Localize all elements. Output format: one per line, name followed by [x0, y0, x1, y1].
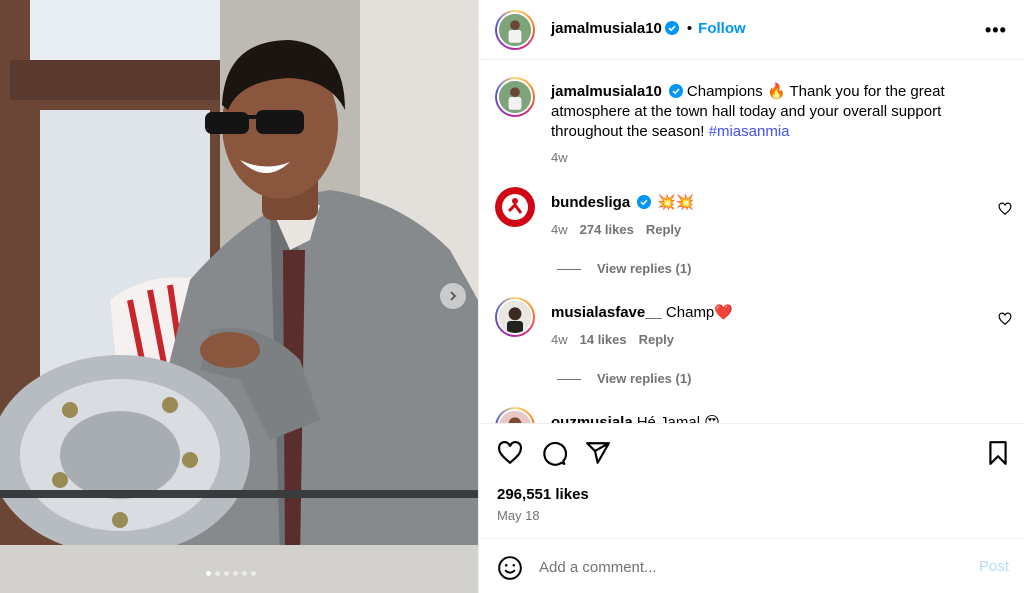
view-replies-label: View replies (1) — [597, 261, 692, 276]
carousel-dot — [215, 571, 220, 576]
caption-time: 4w — [551, 150, 568, 165]
commenter-avatar[interactable] — [495, 187, 535, 227]
carousel-indicator — [206, 571, 256, 576]
author-avatar[interactable] — [495, 10, 535, 50]
comment-body: Champ❤️ — [665, 304, 733, 321]
post-panel: jamalmusiala10 • Follow ••• jamalmusiala10… — [478, 0, 1024, 593]
carousel-dot — [251, 571, 256, 576]
reply-button[interactable]: Reply — [639, 332, 674, 347]
carousel-dot — [206, 571, 211, 576]
comment-time: 4w — [551, 332, 568, 347]
reply-button[interactable]: Reply — [646, 222, 681, 237]
verified-badge-icon — [664, 21, 679, 35]
chevron-right-icon — [450, 291, 457, 301]
post-comment-button[interactable]: Post — [979, 558, 1009, 575]
view-replies-button[interactable]: View replies (1) — [557, 371, 691, 386]
heart-icon[interactable] — [497, 440, 523, 466]
carousel-dot — [224, 571, 229, 576]
comment-input[interactable] — [539, 555, 939, 579]
author-avatar[interactable] — [495, 77, 535, 117]
carousel-next-button[interactable] — [440, 283, 466, 309]
emoji-icon[interactable] — [497, 555, 523, 581]
commenter-avatar[interactable] — [495, 297, 535, 337]
comment-time: 4w — [551, 222, 568, 237]
post-header: jamalmusiala10 • Follow ••• — [479, 0, 1024, 60]
comment-meta: 4w 14 likes Reply — [551, 332, 686, 347]
caption-username[interactable]: jamalmusiala10 — [551, 83, 662, 100]
comment-likes[interactable]: 14 likes — [580, 332, 627, 347]
likes-count[interactable]: 296,551 likes — [497, 486, 589, 503]
comment-text: ouzmusiala Hé Jamal 😍 — [551, 413, 720, 423]
commenter-avatar[interactable] — [495, 407, 535, 423]
header-user: jamalmusiala10 • Follow — [551, 20, 746, 37]
follow-button[interactable]: Follow — [698, 20, 746, 37]
heart-icon[interactable] — [998, 202, 1012, 216]
caption-meta: 4w — [551, 150, 580, 165]
post-date: May 18 — [497, 508, 540, 523]
carousel-dot — [233, 571, 238, 576]
add-comment-bar: Post — [479, 538, 1024, 593]
view-replies-button[interactable]: View replies (1) — [557, 261, 691, 276]
replies-line — [557, 379, 581, 381]
more-options-icon[interactable]: ••• — [985, 20, 1007, 41]
share-icon[interactable] — [585, 440, 611, 466]
comments-list[interactable]: jamalmusiala10 Champions 🔥 Thank you for … — [479, 61, 1024, 423]
carousel-dot — [242, 571, 247, 576]
verified-badge-icon — [637, 195, 652, 209]
comment-username[interactable]: bundesliga — [551, 194, 630, 211]
header-separator: • — [686, 20, 693, 37]
comment-body: Hé Jamal 😍 — [636, 414, 720, 423]
comment-text: musialasfave__ Champ❤️ — [551, 303, 733, 323]
comment-username[interactable]: ouzmusiala — [551, 414, 633, 423]
bookmark-icon[interactable] — [985, 440, 1011, 466]
replies-line — [557, 269, 581, 271]
comment-text: bundesliga 💥💥 — [551, 193, 695, 213]
comment-icon[interactable] — [541, 440, 567, 466]
heart-icon[interactable] — [998, 312, 1012, 326]
comment-body: 💥💥 — [657, 194, 695, 211]
comment-meta: 4w 274 likes Reply — [551, 222, 693, 237]
view-replies-label: View replies (1) — [597, 371, 692, 386]
verified-badge-icon — [668, 84, 683, 98]
caption-text: jamalmusiala10 Champions 🔥 Thank you for … — [551, 82, 971, 142]
post-photo — [0, 0, 478, 593]
post-media[interactable] — [0, 0, 478, 593]
author-username[interactable]: jamalmusiala10 — [551, 20, 662, 37]
comment-username[interactable]: musialasfave__ — [551, 304, 662, 321]
hashtag-link[interactable]: #miasanmia — [709, 123, 790, 140]
comment-likes[interactable]: 274 likes — [580, 222, 634, 237]
post-actions: 296,551 likes May 18 Post — [479, 423, 1024, 591]
